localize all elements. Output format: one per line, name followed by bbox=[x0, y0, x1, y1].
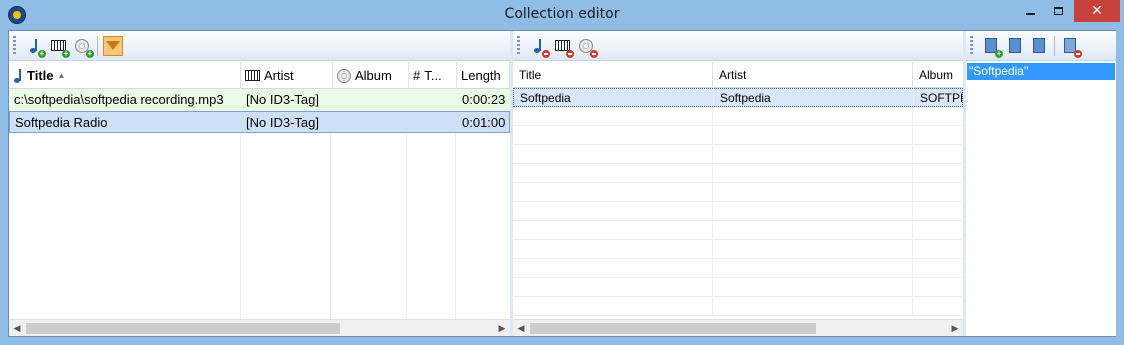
empty-row bbox=[513, 297, 963, 316]
cell-title: c:\softpedia\softpedia recording.mp3 bbox=[14, 92, 224, 107]
column-album[interactable]: Album bbox=[913, 62, 963, 88]
note-plus-icon bbox=[29, 38, 39, 53]
column-album[interactable]: Album bbox=[333, 62, 409, 89]
middle-toolbar bbox=[513, 31, 963, 61]
new-collection-button[interactable]: + bbox=[981, 36, 1003, 58]
maximize-button[interactable] bbox=[1045, 0, 1072, 22]
cell-track bbox=[409, 112, 457, 134]
collection-list-item[interactable]: "Softpedia" bbox=[967, 63, 1115, 80]
empty-row bbox=[513, 240, 963, 259]
window-title: Collection editor bbox=[504, 6, 620, 22]
remove-album-button[interactable] bbox=[576, 36, 598, 58]
cell-album bbox=[333, 112, 409, 134]
scroll-left-icon[interactable]: ◀ bbox=[513, 320, 529, 337]
track-list-pane: + + + Title ▲ Artist Album # T... Length… bbox=[9, 31, 510, 336]
disc-icon bbox=[337, 68, 351, 83]
doc-arrow-icon bbox=[1033, 38, 1045, 53]
toolbar-grip[interactable] bbox=[517, 35, 520, 56]
remove-track-button[interactable] bbox=[528, 36, 550, 58]
cell-artist: [No ID3-Tag] bbox=[246, 115, 319, 130]
column-artist[interactable]: Artist bbox=[713, 62, 913, 88]
track-list-header: Title ▲ Artist Album # T... Length bbox=[9, 62, 510, 89]
table-row-selected[interactable]: Softpedia Softpedia SOFTPE bbox=[513, 88, 963, 108]
doc-edit-icon bbox=[1009, 38, 1021, 53]
hash-icon: # bbox=[413, 68, 421, 83]
add-track-button[interactable]: + bbox=[24, 36, 46, 58]
minimize-button[interactable] bbox=[1016, 0, 1044, 22]
cell-artist: [No ID3-Tag] bbox=[246, 92, 319, 107]
empty-row bbox=[513, 183, 963, 202]
cell-track bbox=[409, 89, 457, 111]
cell-album: SOFTPE bbox=[920, 91, 962, 105]
toolbar-separator bbox=[97, 35, 98, 56]
toolbar-separator bbox=[1054, 35, 1055, 56]
note-icon bbox=[13, 68, 23, 83]
scroll-left-icon[interactable]: ◀ bbox=[9, 320, 25, 337]
scroll-right-icon[interactable]: ▶ bbox=[494, 320, 510, 337]
edit-collection-button[interactable] bbox=[1005, 36, 1025, 56]
cell-title: Softpedia Radio bbox=[15, 115, 108, 130]
left-horizontal-scrollbar[interactable]: ◀ ▶ bbox=[9, 319, 510, 336]
scroll-right-icon[interactable]: ▶ bbox=[947, 320, 963, 337]
maximize-icon bbox=[1054, 7, 1063, 15]
empty-row bbox=[513, 202, 963, 221]
toolbar-grip[interactable] bbox=[13, 35, 16, 56]
client-area: + + + Title ▲ Artist Album # T... Length… bbox=[8, 30, 1116, 337]
piano-icon bbox=[245, 70, 260, 81]
close-button[interactable]: ✕ bbox=[1074, 0, 1120, 22]
collection-tracks-header: Title Artist Album bbox=[513, 62, 963, 88]
empty-row bbox=[513, 126, 963, 145]
empty-row bbox=[513, 164, 963, 183]
cell-length: 0:01:00 bbox=[462, 115, 506, 130]
empty-row bbox=[513, 107, 963, 126]
table-row-selected[interactable]: Softpedia Radio [No ID3-Tag] 0:01:00 bbox=[9, 111, 510, 133]
remove-artist-button[interactable] bbox=[552, 36, 574, 58]
filter-button[interactable] bbox=[103, 35, 123, 56]
empty-row bbox=[513, 278, 963, 297]
title-bar: Collection editor ✕ bbox=[0, 0, 1124, 30]
toolbar-grip[interactable] bbox=[970, 35, 973, 56]
empty-row bbox=[513, 221, 963, 240]
left-toolbar: + + + bbox=[9, 31, 510, 61]
collections-pane: + "Softpedia" bbox=[966, 31, 1116, 336]
add-album-button[interactable]: + bbox=[72, 36, 94, 58]
cell-album bbox=[333, 89, 409, 111]
close-icon: ✕ bbox=[1091, 3, 1103, 19]
empty-row bbox=[513, 145, 963, 164]
delete-collection-button[interactable] bbox=[1060, 36, 1082, 58]
cell-length: 0:00:23 bbox=[462, 92, 506, 107]
import-collection-button[interactable] bbox=[1029, 36, 1049, 56]
scroll-thumb[interactable] bbox=[26, 323, 340, 334]
empty-row bbox=[513, 259, 963, 278]
add-artist-button[interactable]: + bbox=[48, 36, 70, 58]
cell-title: Softpedia bbox=[514, 89, 714, 108]
column-title[interactable]: Title ▲ bbox=[9, 62, 241, 89]
middle-horizontal-scrollbar[interactable]: ◀ ▶ bbox=[513, 319, 963, 336]
column-title[interactable]: Title bbox=[513, 62, 713, 88]
funnel-icon bbox=[106, 41, 120, 50]
column-artist[interactable]: Artist bbox=[241, 62, 333, 89]
piano-minus-icon bbox=[554, 40, 570, 51]
scroll-thumb[interactable] bbox=[530, 323, 816, 334]
column-track-number[interactable]: # T... bbox=[409, 62, 457, 89]
collection-tracks-pane: Title Artist Album Softpedia Softpedia S… bbox=[513, 31, 963, 336]
sort-ascending-icon: ▲ bbox=[57, 71, 66, 80]
note-minus-icon bbox=[533, 38, 543, 53]
table-row[interactable]: c:\softpedia\softpedia recording.mp3 [No… bbox=[9, 89, 510, 111]
right-toolbar: + bbox=[966, 31, 1116, 61]
cell-artist: Softpedia bbox=[714, 89, 914, 108]
minimize-icon bbox=[1025, 13, 1035, 15]
column-length[interactable]: Length bbox=[457, 62, 510, 89]
